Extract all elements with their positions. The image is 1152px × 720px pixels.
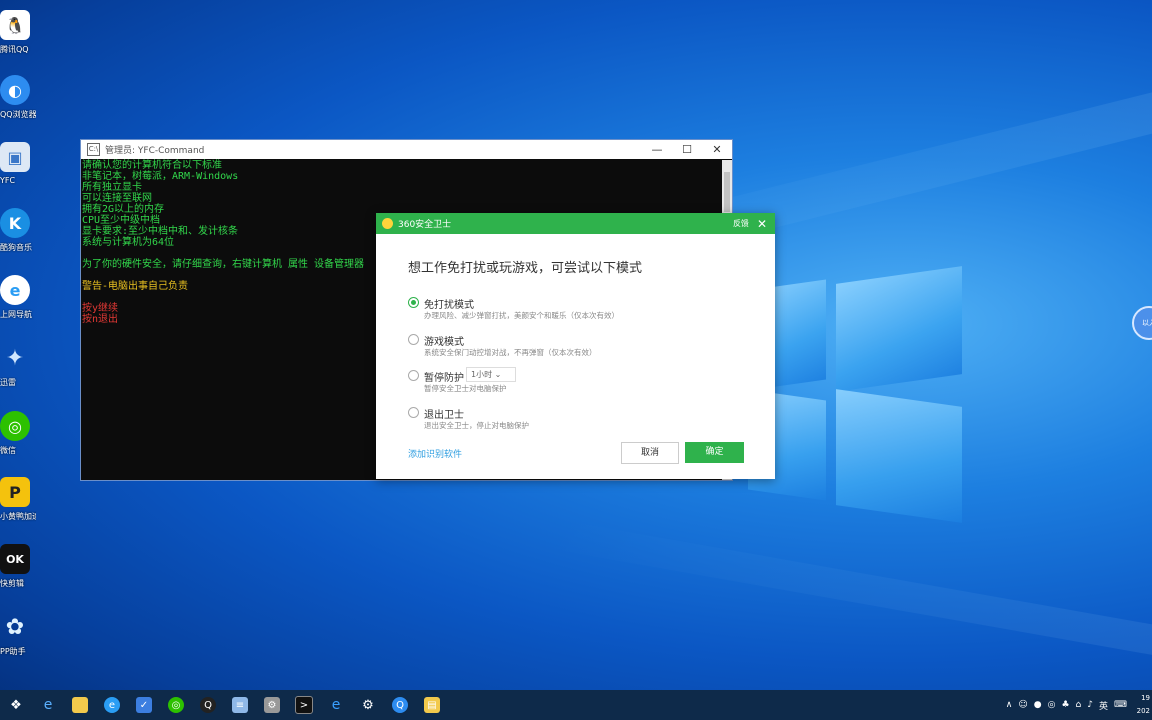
- taskbar: ❖ e e ✓ ◎ Q ≡ ⚙ > e ⚙ Q ▤: [0, 690, 1152, 720]
- dialog-close-icon[interactable]: ✕: [757, 217, 767, 231]
- tray-qq-icon[interactable]: ♣: [1061, 700, 1069, 710]
- thunder-bird-icon: ✦: [5, 345, 25, 371]
- radio-no-disturb[interactable]: [408, 297, 419, 308]
- cmd-title-bar[interactable]: C:\ 管理员: YFC-Command — ☐ ✕: [81, 140, 732, 159]
- cancel-button[interactable]: 取消: [621, 442, 679, 464]
- feedback-link[interactable]: 反馈: [733, 218, 749, 229]
- kugou-icon: K: [0, 208, 30, 238]
- desktop-icon-thunder[interactable]: ✦ 迅雷: [0, 337, 36, 399]
- pause-duration-select[interactable]: 1小时 ⌄: [466, 367, 516, 382]
- keyboard-icon[interactable]: ⌨: [1114, 700, 1127, 710]
- p-coin-icon: P: [0, 477, 30, 507]
- wechat-icon: ◎: [0, 411, 30, 441]
- input-method-icon[interactable]: 英: [1099, 699, 1108, 712]
- cmd-icon[interactable]: >: [288, 690, 320, 720]
- file-explorer-icon[interactable]: [64, 690, 96, 720]
- edge-e-icon: e: [0, 275, 30, 305]
- windows-logo-pane: [836, 389, 962, 523]
- desktop-icon-accelerator[interactable]: P 小黄鸭加速器: [0, 471, 36, 533]
- system-tray: ∧ ☺ ● ◎ ♣ ⌂ ♪ 英 ⌨: [1003, 690, 1130, 720]
- chevron-up-icon[interactable]: ∧: [1006, 700, 1013, 710]
- desktop-icon-clip[interactable]: OK 快剪辑: [0, 538, 36, 600]
- cmd-line: 非笔记本，树莓派，ARM-Windows: [82, 171, 239, 182]
- 360-logo-icon: [382, 218, 393, 229]
- folder-icon[interactable]: ▤: [416, 690, 448, 720]
- taskbar-clock[interactable]: 19 202: [1136, 692, 1150, 718]
- dialog-heading: 想工作免打扰或玩游戏，可尝试以下模式: [408, 261, 643, 276]
- desktop-icon-qq-browser[interactable]: ◐ QQ浏览器: [0, 69, 36, 131]
- tray-app-icon[interactable]: ☺: [1018, 700, 1027, 710]
- clock-date: 202: [1136, 707, 1150, 715]
- edge-blue-icon[interactable]: e: [320, 690, 352, 720]
- qq-browser-icon[interactable]: Q: [384, 690, 416, 720]
- cmd-window-title: 管理员: YFC-Command: [105, 146, 205, 156]
- desktop-icon-ie-nav[interactable]: e 上网导航: [0, 269, 36, 331]
- cmd-line: 所有独立显卡: [82, 182, 142, 193]
- edge-icon[interactable]: e: [96, 690, 128, 720]
- gear-icon[interactable]: ⚙: [352, 690, 384, 720]
- radio-game-mode[interactable]: [408, 334, 419, 345]
- radio-exit-guard[interactable]: [408, 407, 419, 418]
- ok-clip-icon: OK: [0, 544, 30, 574]
- chevron-down-icon: ⌄: [494, 370, 502, 379]
- volume-icon[interactable]: ♪: [1087, 700, 1093, 710]
- clock-time: 19: [1141, 694, 1150, 702]
- notepad-icon[interactable]: ≡: [224, 690, 256, 720]
- maximize-button[interactable]: ☐: [672, 143, 702, 156]
- close-button[interactable]: ✕: [702, 143, 732, 156]
- flower-icon: ✿: [5, 614, 25, 640]
- desktop-icon-wechat[interactable]: ◎ 微信: [0, 405, 36, 467]
- ok-button[interactable]: 确定: [685, 442, 744, 463]
- windows-logo-pane: [836, 266, 962, 392]
- desktop-icon-qq[interactable]: 🐧 腾讯QQ: [0, 4, 36, 66]
- settings-tool-icon[interactable]: ⚙: [256, 690, 288, 720]
- floating-assistant-bubble[interactable]: 以入: [1132, 306, 1152, 340]
- desktop-icon-kugou[interactable]: K 酷狗音乐: [0, 202, 36, 264]
- network-icon[interactable]: ⌂: [1076, 700, 1082, 710]
- desktop-icon-pp[interactable]: ✿ PP助手: [0, 606, 36, 668]
- computer-icon: ▣: [0, 142, 30, 172]
- wechat-icon[interactable]: ◎: [160, 690, 192, 720]
- desktop-icon-yfc[interactable]: ▣ YFC: [0, 136, 36, 198]
- qq-browser-icon: ◐: [0, 75, 30, 105]
- dialog-title: 360安全卫士: [398, 220, 452, 230]
- thunder-icon[interactable]: ✓: [128, 690, 160, 720]
- windows-start-icon[interactable]: ❖: [0, 690, 32, 720]
- ie-icon[interactable]: e: [32, 690, 64, 720]
- tray-360-icon[interactable]: ●: [1034, 700, 1042, 710]
- dialog-header: 360安全卫士 反馈 ✕: [376, 213, 775, 234]
- cmd-scrollbar-thumb[interactable]: [724, 172, 730, 212]
- wallpaper-light-beam: [554, 520, 1152, 663]
- cmd-window-icon: C:\: [87, 143, 100, 156]
- tray-wechat-icon[interactable]: ◎: [1048, 700, 1056, 710]
- cmd-line: 可以连接至联网: [82, 193, 152, 204]
- add-software-link[interactable]: 添加识别软件: [408, 447, 462, 460]
- security-mode-dialog[interactable]: 360安全卫士 反馈 ✕ 想工作免打扰或玩游戏，可尝试以下模式 免打扰模式 办理…: [376, 213, 775, 479]
- minimize-button[interactable]: —: [642, 143, 672, 156]
- qq-icon[interactable]: Q: [192, 690, 224, 720]
- radio-pause-protection[interactable]: [408, 370, 419, 381]
- qq-penguin-icon: 🐧: [0, 10, 30, 40]
- cmd-line: 请确认您的计算机符合以下标准: [82, 160, 222, 171]
